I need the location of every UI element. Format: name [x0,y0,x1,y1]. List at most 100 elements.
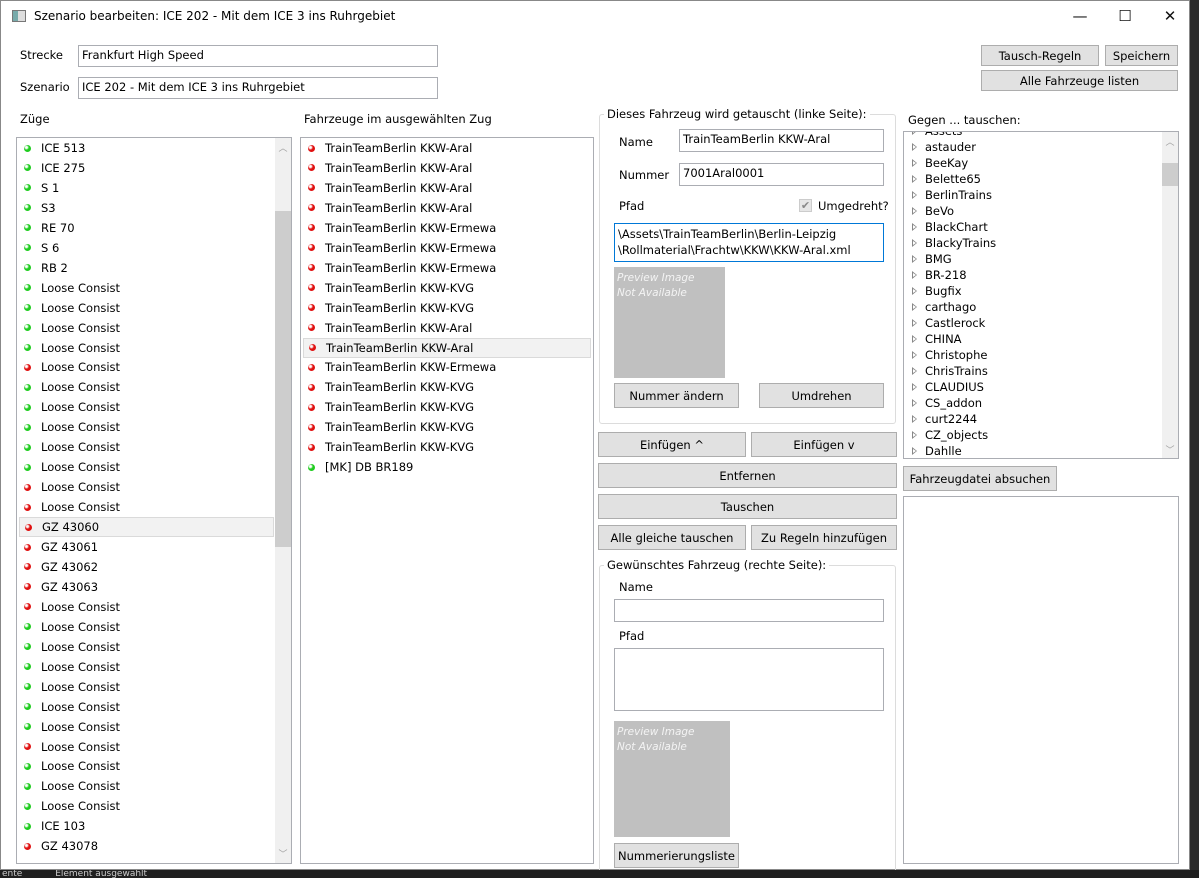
tree-item[interactable]: BlackyTrains [912,235,996,251]
trains-list[interactable]: ︿ ﹀ ICE 513 ICE 275 S 1 S3 RE 70 S 6 RB 2 Loose… [16,137,292,864]
expand-arrow-icon[interactable] [912,303,917,311]
expand-arrow-icon[interactable] [912,223,917,231]
right-name-input[interactable] [614,599,884,622]
vehicles-list[interactable]: TrainTeamBerlin KKW-Aral TrainTeamBerlin … [300,137,594,864]
list-item[interactable]: ICE 103 [19,816,274,836]
close-button[interactable]: ✕ [1147,1,1193,31]
scroll-down-icon[interactable]: ﹀ [1162,443,1178,456]
list-item[interactable]: Loose Consist [19,776,274,796]
umgedreht-checkbox[interactable]: ✔ [799,199,812,212]
expand-arrow-icon[interactable] [912,287,917,295]
expand-arrow-icon[interactable] [912,143,917,151]
list-item[interactable]: Loose Consist [19,278,274,298]
minimize-button[interactable]: — [1057,1,1103,31]
nummerierungsliste-button[interactable]: Nummerierungsliste [614,843,739,868]
tree-item[interactable]: CHINA [912,331,962,347]
list-item[interactable]: TrainTeamBerlin KKW-KVG [303,377,591,397]
nummer-aendern-button[interactable]: Nummer ändern [614,383,739,408]
expand-arrow-icon[interactable] [912,335,917,343]
tree-scrollbar[interactable]: ︿ ﹀ [1162,132,1178,458]
expand-arrow-icon[interactable] [912,191,917,199]
umdrehen-button[interactable]: Umdrehen [759,383,884,408]
fahrzeugdatei-absuchen-button[interactable]: Fahrzeugdatei absuchen [903,466,1057,491]
expand-arrow-icon[interactable] [912,447,917,455]
list-item[interactable]: Loose Consist [19,637,274,657]
list-item[interactable]: TrainTeamBerlin KKW-Ermewa [303,218,591,238]
expand-arrow-icon[interactable] [912,367,917,375]
zu-regeln-hinzufuegen-button[interactable]: Zu Regeln hinzufügen [751,525,897,550]
list-item[interactable]: Loose Consist [19,717,274,737]
tree-item[interactable]: Castlerock [912,315,985,331]
tree-item[interactable]: BlackChart [912,219,988,235]
tree-item[interactable]: CZ_objects [912,427,988,443]
tree-item[interactable]: Belette65 [912,171,981,187]
expand-arrow-icon[interactable] [912,399,917,407]
tauschen-button[interactable]: Tauschen [598,494,897,519]
tree-item[interactable]: BerlinTrains [912,187,992,203]
scroll-down-icon[interactable]: ﹀ [275,847,291,860]
swap-tree[interactable]: Dahlle CZ_objects curt2244 CS_addon CLAUDIUS… [903,131,1179,459]
tree-item[interactable]: astauder [912,139,976,155]
list-item[interactable]: Loose Consist [19,318,274,338]
nummer-input[interactable]: 7001Aral0001 [679,163,884,186]
list-item[interactable]: Loose Consist [19,298,274,318]
szenario-input[interactable]: ICE 202 - Mit dem ICE 3 ins Ruhrgebiet [78,77,438,99]
list-item[interactable]: RE 70 [19,218,274,238]
tree-item[interactable]: BMG [912,251,952,267]
expand-arrow-icon[interactable] [912,207,917,215]
scroll-thumb[interactable] [275,211,291,547]
expand-arrow-icon[interactable] [912,159,917,167]
list-item[interactable]: TrainTeamBerlin KKW-Ermewa [303,357,591,377]
list-item[interactable]: Loose Consist [19,397,274,417]
list-item[interactable]: Loose Consist [19,737,274,757]
list-item[interactable]: Loose Consist [19,338,274,358]
list-item[interactable]: GZ 43061 [19,537,274,557]
tree-item[interactable]: Assets [912,132,962,139]
list-item[interactable]: Loose Consist [19,657,274,677]
list-item[interactable]: Loose Consist [19,497,274,517]
expand-arrow-icon[interactable] [912,175,917,183]
list-item[interactable]: GZ 43060 [19,517,274,538]
alle-gleiche-tauschen-button[interactable]: Alle gleiche tauschen [598,525,746,550]
pfad-textarea[interactable]: \Assets\TrainTeamBerlin\Berlin-Leipzig \… [614,223,884,262]
name-input[interactable]: TrainTeamBerlin KKW-Aral [679,129,884,152]
list-item[interactable]: GZ 43078 [19,836,274,856]
speichern-button[interactable]: Speichern [1105,45,1178,66]
list-item[interactable]: Loose Consist [19,617,274,637]
expand-arrow-icon[interactable] [912,255,917,263]
list-item[interactable]: S 1 [19,178,274,198]
tree-item[interactable]: curt2244 [912,411,977,427]
alle-fahrzeuge-listen-button[interactable]: Alle Fahrzeuge listen [981,70,1178,91]
expand-arrow-icon[interactable] [912,431,917,439]
list-item[interactable]: Loose Consist [19,417,274,437]
tree-item[interactable]: CLAUDIUS [912,379,984,395]
list-item[interactable]: TrainTeamBerlin KKW-Ermewa [303,238,591,258]
list-item[interactable]: TrainTeamBerlin KKW-KVG [303,437,591,457]
tree-item[interactable]: Christophe [912,347,987,363]
tree-item[interactable]: carthago [912,299,976,315]
trains-scrollbar[interactable]: ︿ ﹀ [275,138,291,863]
expand-arrow-icon[interactable] [912,239,917,247]
scroll-thumb[interactable] [1162,163,1178,186]
list-item[interactable]: TrainTeamBerlin KKW-Aral [303,337,591,358]
list-item[interactable]: S3 [19,198,274,218]
strecke-input[interactable]: Frankfurt High Speed [78,45,438,67]
einfuegen-up-button[interactable]: Einfügen ^ [598,432,746,457]
list-item[interactable]: ICE 513 [19,138,274,158]
tree-item[interactable]: BeeKay [912,155,968,171]
list-item[interactable]: Loose Consist [19,377,274,397]
expand-arrow-icon[interactable] [912,383,917,391]
list-item[interactable]: RB 2 [19,258,274,278]
list-item[interactable]: GZ 43063 [19,577,274,597]
expand-arrow-icon[interactable] [912,271,917,279]
list-item[interactable]: Loose Consist [19,796,274,816]
list-item[interactable]: TrainTeamBerlin KKW-KVG [303,397,591,417]
list-item[interactable]: Loose Consist [19,477,274,497]
right-pfad-textarea[interactable] [614,648,884,711]
entfernen-button[interactable]: Entfernen [598,463,897,488]
list-item[interactable]: TrainTeamBerlin KKW-KVG [303,298,591,318]
scroll-up-icon[interactable]: ︿ [1162,135,1178,148]
list-item[interactable]: TrainTeamBerlin KKW-Ermewa [303,258,591,278]
scroll-up-icon[interactable]: ︿ [275,141,291,154]
list-item[interactable]: S 6 [19,238,274,258]
